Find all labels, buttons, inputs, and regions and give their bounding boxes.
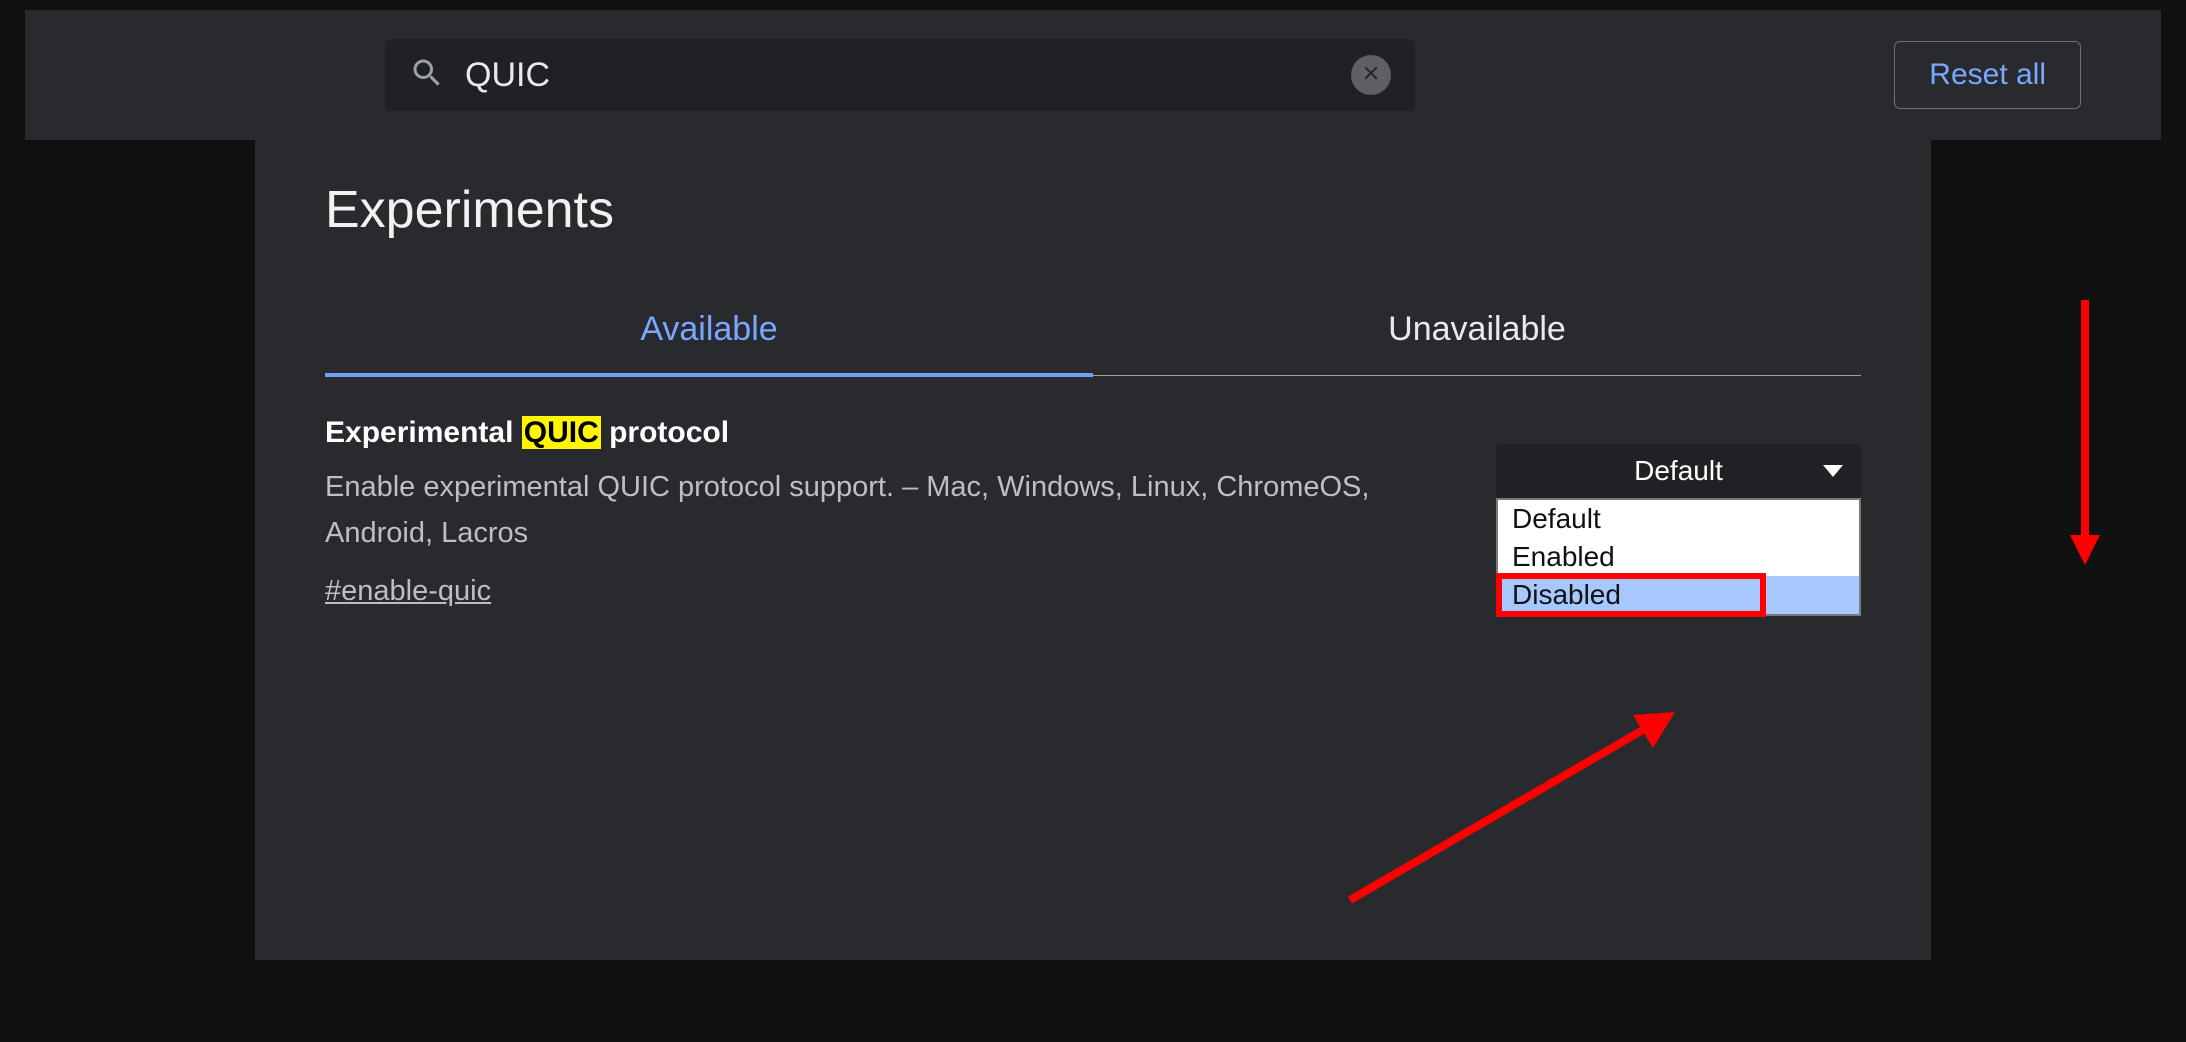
- dropdown-option-enabled[interactable]: Enabled: [1498, 538, 1859, 576]
- tab-indicator: [325, 373, 1093, 377]
- tab-unavailable[interactable]: Unavailable: [1093, 290, 1861, 375]
- flag-title-pre: Experimental: [325, 416, 522, 449]
- top-bar: Reset all: [25, 10, 2161, 140]
- close-icon: [1360, 62, 1382, 89]
- flag-title-highlight: QUIC: [522, 416, 601, 449]
- flag-title: Experimental QUIC protocol: [325, 416, 1436, 450]
- tab-available[interactable]: Available: [325, 290, 1093, 375]
- tabs: Available Unavailable: [325, 290, 1861, 376]
- chevron-down-icon: [1823, 465, 1843, 477]
- search-icon: [409, 55, 445, 96]
- reset-all-button[interactable]: Reset all: [1894, 41, 2081, 109]
- search-input[interactable]: [465, 56, 1351, 95]
- flag-dropdown[interactable]: Default Default Enabled Disabled: [1496, 444, 1861, 616]
- dropdown-list: Default Enabled Disabled: [1496, 498, 1861, 616]
- main-panel: Experiments Available Unavailable Experi…: [255, 140, 1931, 960]
- dropdown-selected-label: Default: [1634, 455, 1723, 487]
- dropdown-option-disabled[interactable]: Disabled: [1498, 576, 1859, 614]
- search-box[interactable]: [385, 39, 1415, 111]
- dropdown-selected[interactable]: Default: [1496, 444, 1861, 498]
- flag-description: Enable experimental QUIC protocol suppor…: [325, 464, 1436, 557]
- flag-entry: Experimental QUIC protocol Enable experi…: [325, 416, 1861, 616]
- clear-search-button[interactable]: [1351, 55, 1391, 95]
- flag-title-post: protocol: [601, 416, 729, 449]
- page-title: Experiments: [325, 180, 1861, 240]
- flag-hash-link[interactable]: #enable-quic: [325, 575, 491, 607]
- dropdown-option-default[interactable]: Default: [1498, 500, 1859, 538]
- dropdown-option-disabled-label: Disabled: [1512, 579, 1621, 610]
